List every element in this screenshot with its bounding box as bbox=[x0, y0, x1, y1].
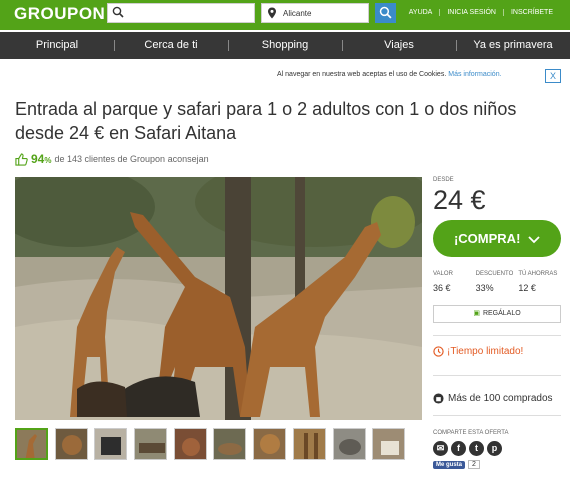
like-button[interactable]: Me gusta bbox=[433, 460, 466, 469]
top-bar: GROUPON Alicante AYUDA INICIA SESIÓN INS… bbox=[0, 0, 570, 30]
thumbnail-7[interactable] bbox=[253, 428, 287, 460]
deal-title: Entrada al parque y safari para 1 o 2 ad… bbox=[15, 99, 517, 143]
nav-principal[interactable]: Principal bbox=[0, 32, 114, 59]
cookie-text: Al navegar en nuestra web aceptas el uso… bbox=[277, 71, 447, 78]
thumbnail-8[interactable] bbox=[292, 428, 326, 460]
thumbnail-5[interactable] bbox=[173, 428, 207, 460]
share-label: COMPARTE ESTA OFERTA bbox=[433, 430, 509, 436]
search-icon bbox=[112, 6, 124, 18]
clock-icon bbox=[433, 346, 444, 357]
stat-value: VALOR 36 € bbox=[433, 271, 453, 293]
thumbnail-2[interactable] bbox=[54, 428, 88, 460]
cookie-banner: Al navegar en nuestra web aceptas el uso… bbox=[0, 66, 570, 84]
search-button[interactable] bbox=[375, 3, 396, 23]
cookie-close-button[interactable]: X bbox=[545, 69, 561, 83]
search-input[interactable] bbox=[107, 3, 255, 23]
facebook-like[interactable]: Me gusta 2 bbox=[433, 460, 480, 469]
facebook-icon[interactable]: f bbox=[451, 441, 466, 456]
gift-icon: ▣ bbox=[473, 310, 480, 317]
buy-button[interactable]: ¡COMPRA! bbox=[433, 220, 561, 257]
location-pin-icon bbox=[268, 7, 276, 19]
price-from-label: DESDE bbox=[433, 177, 454, 183]
giraffes-image bbox=[15, 177, 422, 420]
divider bbox=[433, 335, 561, 336]
thumbnail-3[interactable] bbox=[94, 428, 128, 460]
chevron-down-icon bbox=[528, 235, 540, 243]
nav-shopping[interactable]: Shopping bbox=[228, 32, 342, 59]
limited-time-text: ¡Tiempo limitado! bbox=[447, 346, 524, 357]
thumbnail-10[interactable] bbox=[372, 428, 406, 460]
limited-time-notice: ¡Tiempo limitado! bbox=[433, 346, 523, 357]
email-icon[interactable]: ✉ bbox=[433, 441, 448, 456]
bought-text: Más de 100 comprados bbox=[448, 393, 553, 404]
login-link[interactable]: INICIA SESIÓN bbox=[439, 9, 503, 16]
deal-stats: VALOR 36 € DESCUENTO 33% TÚ AHORRAS 12 € bbox=[433, 271, 561, 293]
divider bbox=[433, 415, 561, 416]
signup-link[interactable]: INSCRÍBETE bbox=[502, 9, 560, 16]
like-count: 2 bbox=[468, 460, 480, 469]
main-nav: Principal Cerca de ti Shopping Viajes Ya… bbox=[0, 32, 570, 59]
rating-percent: 94% bbox=[31, 152, 52, 166]
pinterest-icon[interactable]: p bbox=[487, 441, 502, 456]
deal-price: 24 € bbox=[433, 185, 486, 215]
groupon-logo[interactable]: GROUPON bbox=[14, 4, 105, 24]
nav-primavera[interactable]: Ya es primavera bbox=[456, 32, 570, 59]
thumbnail-1[interactable] bbox=[15, 428, 48, 460]
rating-text: de 143 clientes de Groupon aconsejan bbox=[54, 154, 209, 164]
gift-label: REGÁLALO bbox=[482, 310, 521, 317]
nav-viajes[interactable]: Viajes bbox=[342, 32, 456, 59]
thumbnail-9[interactable] bbox=[332, 428, 366, 460]
twitter-icon[interactable]: t bbox=[469, 441, 484, 456]
cookie-message: Al navegar en nuestra web aceptas el uso… bbox=[277, 71, 502, 78]
share-icons: ✉ f t p bbox=[433, 441, 505, 456]
gift-button[interactable]: ▣ REGÁLALO bbox=[433, 305, 561, 323]
thumbnail-6[interactable] bbox=[213, 428, 247, 460]
stat-discount: DESCUENTO 33% bbox=[475, 271, 514, 293]
nav-cerca-de-ti[interactable]: Cerca de ti bbox=[114, 32, 228, 59]
thumbnail-strip bbox=[15, 428, 412, 460]
location-input[interactable]: Alicante bbox=[261, 3, 369, 23]
main-photo[interactable] bbox=[15, 177, 422, 420]
location-value: Alicante bbox=[283, 9, 312, 18]
thumbs-up-icon bbox=[15, 152, 28, 166]
thumbnail-4[interactable] bbox=[134, 428, 168, 460]
bag-icon bbox=[433, 393, 444, 404]
divider bbox=[433, 375, 561, 376]
help-link[interactable]: AYUDA bbox=[402, 9, 440, 16]
cookie-more-info-link[interactable]: Más información. bbox=[448, 71, 501, 78]
account-links: AYUDA INICIA SESIÓN INSCRÍBETE bbox=[402, 9, 560, 16]
bought-count: Más de 100 comprados bbox=[433, 393, 553, 404]
rating-row: 94% de 143 clientes de Groupon aconsejan bbox=[15, 152, 209, 166]
stat-savings: TÚ AHORRAS 12 € bbox=[518, 271, 558, 293]
buy-label: ¡COMPRA! bbox=[453, 231, 521, 246]
search-icon bbox=[379, 6, 392, 19]
